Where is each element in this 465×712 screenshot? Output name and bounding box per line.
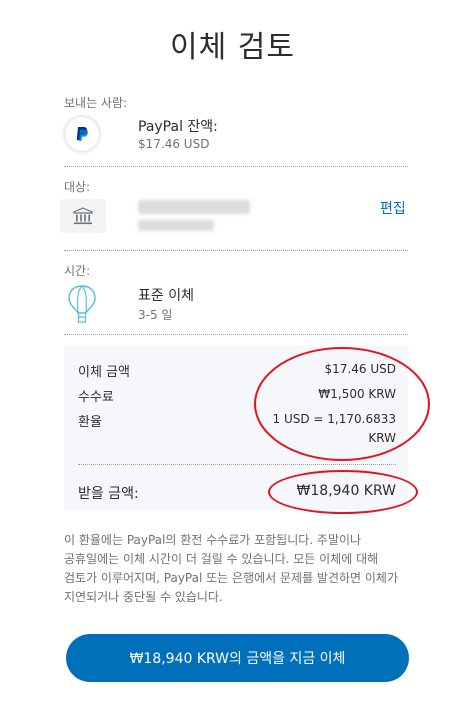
paypal-logo-icon [65,117,99,151]
edit-recipient-link[interactable]: 편집 [380,198,406,218]
sender-name: PayPal 잔액: [138,119,218,135]
recipient-name-redacted [138,200,250,214]
divider [64,334,408,335]
exchange-note: 이 환율에는 PayPal의 환전 수수료가 포함됩니다. 주말이나 공휴일에는… [64,533,399,604]
receive-amount-label: 받을 금액: [78,486,139,502]
sender-section: 보내는 사람: [64,94,408,111]
fee-label: 수수료 [78,390,114,405]
timing-section: 시간: [64,262,408,279]
sender-amount: $17.46 USD [138,137,210,151]
timing-duration: 3-5 일 [138,308,173,322]
exchange-rate-label: 환율 [78,415,102,430]
divider [64,166,408,167]
bank-icon [60,199,106,233]
hot-air-balloon-icon [66,284,98,324]
annotation-oval-total [268,470,418,514]
recipient-section: 대상: [64,178,408,195]
timing-name: 표준 이체 [138,288,194,304]
transfer-amount-label: 이체 금액 [78,365,130,380]
page-title: 이체 검토 [170,30,295,65]
recipient-account-redacted [138,220,214,231]
recipient-label: 대상: [64,180,91,194]
summary-divider [78,464,396,465]
timing-label: 시간: [64,264,91,278]
sender-label: 보내는 사람: [64,96,128,110]
divider [64,250,408,251]
annotation-oval-fees [254,347,430,461]
transfer-now-button[interactable]: ₩18,940 KRW의 금액을 지금 이체 [66,634,409,682]
